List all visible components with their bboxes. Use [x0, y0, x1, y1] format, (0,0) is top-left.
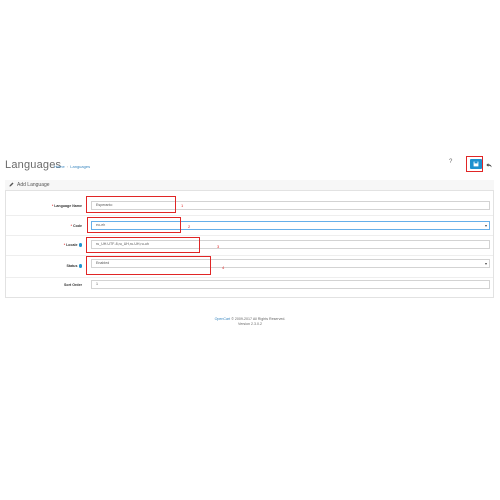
row-divider — [6, 235, 493, 236]
marker-4: 4 — [222, 265, 225, 270]
breadcrumb-home[interactable]: Home — [54, 164, 65, 169]
language-name-label: * Language Name — [51, 204, 82, 208]
breadcrumb-separator: › — [66, 164, 69, 169]
locale-label: * Locale — [6, 243, 82, 247]
sort-order-label: Sort Order — [64, 283, 82, 287]
language-name-highlight — [86, 196, 176, 213]
status-label: Status — [6, 264, 82, 268]
breadcrumb-languages[interactable]: Languages — [70, 164, 90, 169]
footer-copyright: OpenCart © 2009-2017 All Rights Reserved… — [214, 317, 286, 321]
save-button-highlight — [466, 156, 483, 172]
row-divider — [6, 255, 493, 256]
sort-order-input[interactable]: 1 — [91, 280, 490, 289]
panel-heading: Add Language — [5, 180, 494, 191]
locale-highlight — [86, 237, 200, 253]
help-icon[interactable]: ? — [449, 159, 452, 165]
breadcrumb: Home › Languages — [54, 164, 90, 169]
info-icon[interactable] — [78, 264, 82, 268]
code-highlight — [87, 217, 181, 233]
marker-3: 3 — [217, 244, 220, 249]
pencil-icon — [9, 182, 14, 187]
reply-icon — [486, 163, 492, 168]
info-icon[interactable] — [78, 243, 82, 247]
row-divider — [6, 215, 493, 216]
footer-version: Version 2.3.0.2 — [238, 322, 262, 326]
marker-1: 1 — [181, 203, 184, 208]
row-divider — [6, 277, 493, 278]
status-highlight — [86, 256, 211, 275]
page-title: Languages — [5, 159, 62, 171]
panel-title: Add Language — [17, 182, 50, 188]
footer-brand-link[interactable]: OpenCart — [215, 317, 231, 321]
back-button[interactable] — [485, 161, 493, 169]
marker-2: 2 — [188, 224, 191, 229]
code-label: * Code — [70, 224, 82, 228]
